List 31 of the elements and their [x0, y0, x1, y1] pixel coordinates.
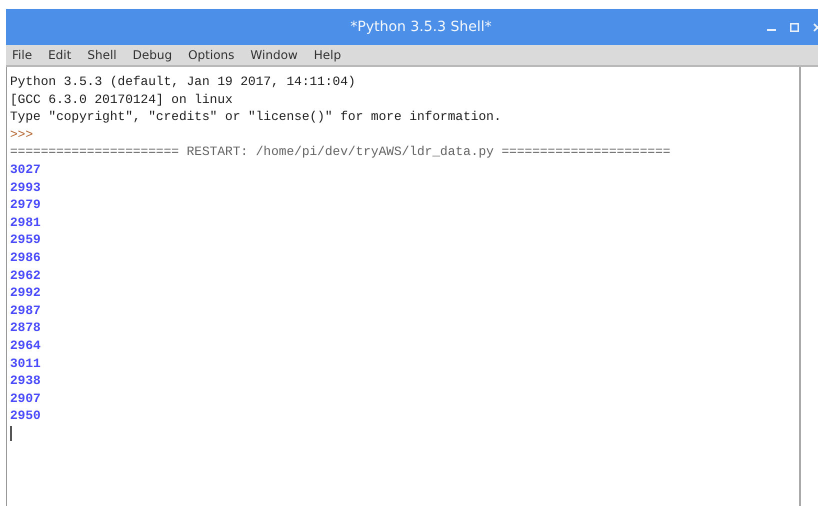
output-line: 2979 [10, 196, 41, 214]
output-line: 2962 [10, 266, 41, 284]
menu-item[interactable]: Debug [132, 46, 172, 64]
window-title: *Python 3.5.3 Shell* [350, 18, 492, 36]
output-line: 2959 [10, 231, 41, 249]
output-line: 2938 [10, 372, 41, 390]
shell-prompt: >>> [10, 126, 34, 144]
output-line: 2950 [10, 407, 41, 425]
output-line: 2987 [10, 302, 41, 320]
menu-item[interactable]: Edit [48, 46, 72, 64]
menu-item[interactable]: Options [188, 46, 234, 64]
output-line: 3011 [10, 354, 41, 372]
output-line: 2992 [10, 284, 41, 302]
menu-item[interactable]: Help [314, 46, 342, 64]
output-line: 2878 [10, 319, 41, 337]
banner-line: Type "copyright", "credits" or "license()" for more information. [10, 108, 502, 126]
restart-line: ====================== RESTART: /home/pi/dev/tryAWS/ldr_data.py ====================== [10, 143, 670, 161]
menu-item[interactable]: Window [250, 46, 298, 64]
output-line: 3027 [10, 160, 41, 179]
banner-line: Python 3.5.3 (default, Jan 19 2017, 14:11:04) [10, 73, 356, 91]
output-line: 2986 [10, 248, 41, 267]
menu-item[interactable]: Shell [87, 46, 117, 64]
text-cursor [10, 426, 12, 441]
shell-text-area[interactable] [7, 67, 801, 506]
menu-item[interactable]: File [12, 46, 32, 64]
output-line: 2964 [10, 336, 41, 354]
output-line: 2993 [10, 178, 41, 196]
output-line: 2907 [10, 390, 41, 408]
banner-line: [GCC 6.3.0 20170124] on linux [10, 90, 233, 108]
output-line: 2981 [10, 214, 41, 232]
maximize-icon[interactable] [790, 22, 799, 32]
